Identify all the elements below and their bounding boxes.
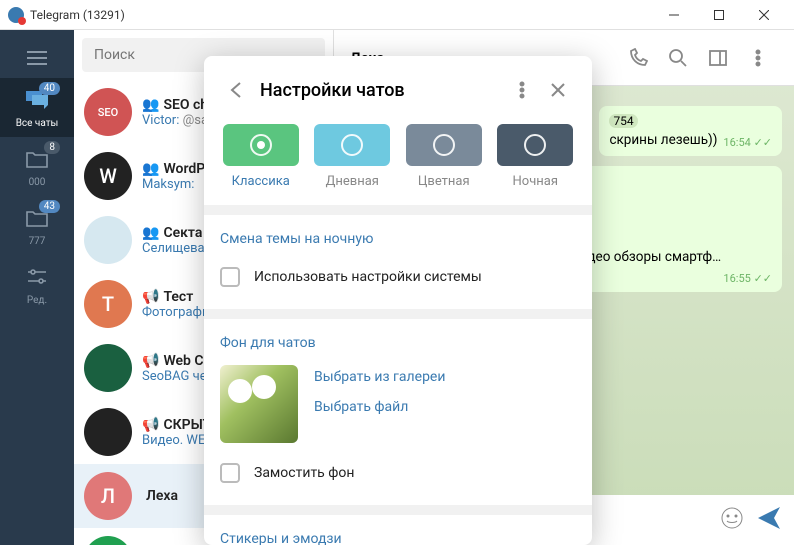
chat-name: 📢Web Co [142,353,211,369]
rail-label: 777 [29,236,46,247]
section-night-mode: Смена темы на ночную [220,231,576,247]
avatar: Т [84,280,132,328]
minimize-button[interactable] [651,0,696,30]
modal-title: Настройки чатов [260,80,405,101]
use-system-settings-toggle[interactable]: Использовать настройки системы [220,261,576,293]
avatar [84,408,132,456]
close-button[interactable] [741,0,786,30]
rail-label: 000 [29,177,46,188]
rail-folder-777[interactable]: 43 777 [0,196,74,255]
avatar: С [84,536,132,545]
badge: 40 [39,82,60,95]
settings-icon [23,263,51,291]
app-logo-icon [8,7,24,23]
theme-option[interactable]: Цветная [403,124,485,189]
window-title: Telegram (13291) [30,8,125,22]
checkbox-icon [220,267,240,287]
theme-swatch [406,124,482,166]
theme-label: Классика [232,174,290,189]
maximize-button[interactable] [696,0,741,30]
theme-swatch [497,124,573,166]
avatar: W [84,152,132,200]
more-button[interactable] [738,38,778,78]
chat-preview: Селищева [142,241,213,256]
titlebar: Telegram (13291) [0,0,794,30]
badge: 43 [39,200,60,213]
tile-background-toggle[interactable]: Замостить фон [220,457,576,489]
theme-label: Цветная [418,174,470,189]
read-ticks-icon: ✓✓ [754,272,772,285]
theme-option[interactable]: Дневная [312,124,394,189]
choose-from-gallery-link[interactable]: Выбрать из галереи [314,369,445,385]
chat-name: Леха [142,488,178,504]
back-button[interactable] [220,74,252,106]
background-preview[interactable] [220,365,298,443]
rail-folder-000[interactable]: 8 000 [0,137,74,196]
rail-label: Все чаты [16,118,59,129]
chat-name: 📢Тест [142,289,209,305]
search-in-chat-button[interactable] [658,38,698,78]
chat-name: 👥SEO ch [142,97,208,113]
section-chat-background: Фон для чатов [220,335,576,351]
emoji-button[interactable] [720,506,744,534]
chat-preview: Maksym: [142,177,205,192]
chat-name: 👥WordP [142,161,205,177]
theme-label: Ночная [513,174,558,189]
chat-preview: Фотографи [142,305,209,320]
choose-file-link[interactable]: Выбрать файл [314,399,445,415]
folder-rail: 40 Все чаты 8 000 43 777 Ред. [0,30,74,545]
rail-label: Ред. [27,295,47,306]
badge: 8 [44,141,60,154]
modal-more-button[interactable] [504,72,540,108]
theme-option[interactable]: Ночная [495,124,577,189]
avatar [84,344,132,392]
theme-swatch [223,124,299,166]
chat-preview: SeoBAG че [142,369,211,384]
avatar: Л [84,472,132,520]
chat-settings-modal: Настройки чатов Классика Дневная Цветная… [204,56,592,545]
section-stickers: Стикеры и эмодзи [220,531,576,545]
send-button[interactable] [756,505,782,535]
theme-option[interactable]: Классика [220,124,302,189]
sidebar-toggle-button[interactable] [698,38,738,78]
avatar [84,216,132,264]
modal-close-button[interactable] [540,72,576,108]
message-bubble[interactable]: 754 скрины лезешь)) 16:54 ✓✓ [599,106,782,156]
read-ticks-icon: ✓✓ [754,136,772,149]
checkbox-icon [220,463,240,483]
theme-label: Дневная [326,174,379,189]
call-button[interactable] [618,38,658,78]
theme-swatch [314,124,390,166]
avatar: SEO [84,88,132,136]
chat-preview: Victor: @sa [142,113,208,128]
rail-edit[interactable]: Ред. [0,255,74,314]
chat-preview: Видео. WE [142,433,211,448]
menu-button[interactable] [0,38,74,78]
rail-all-chats[interactable]: 40 Все чаты [0,78,74,137]
chat-name: 📢СКРЫТ [142,417,211,433]
chat-name: 👥Секта с [142,225,213,241]
